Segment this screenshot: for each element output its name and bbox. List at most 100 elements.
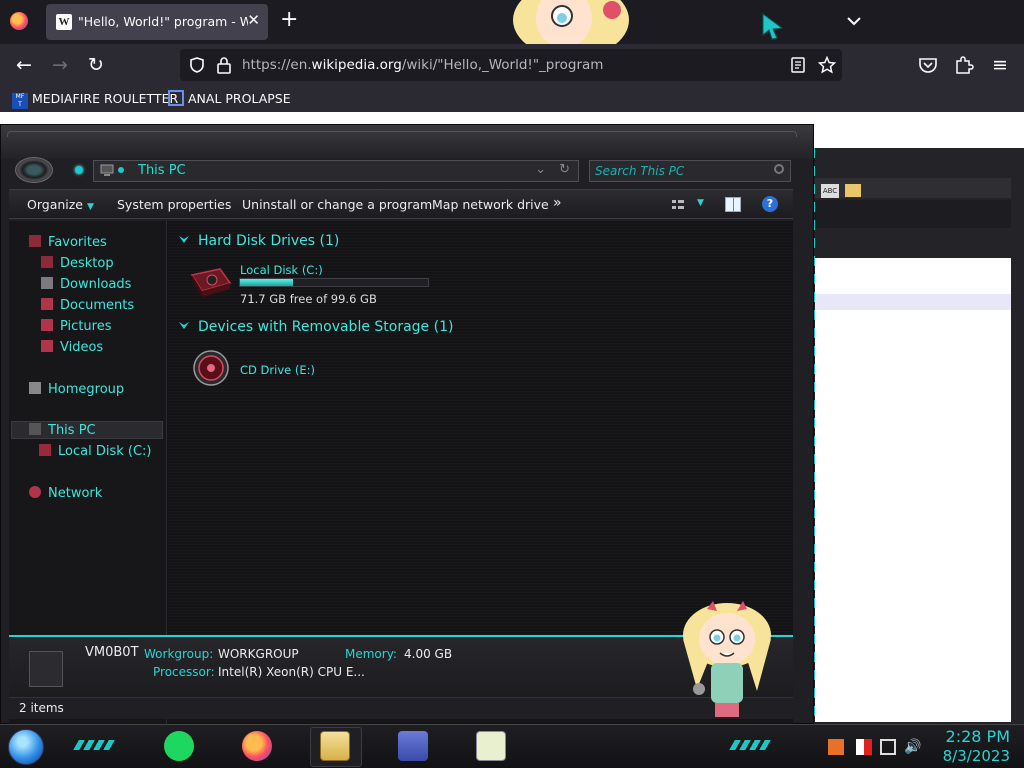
nav-item-local-disk[interactable]: Local Disk (C:) bbox=[39, 444, 151, 460]
address-bar[interactable]: This PC ⌄ ↻ bbox=[93, 160, 579, 182]
list-all-tabs-icon[interactable] bbox=[845, 12, 863, 30]
browser-tab[interactable]: W "Hello, World!" program - Wiki ✕ bbox=[46, 4, 268, 40]
nav-item-homegroup[interactable]: Homegroup bbox=[29, 382, 124, 398]
mediafire-icon: MF T bbox=[12, 93, 28, 109]
status-bar: 2 items bbox=[9, 697, 793, 719]
refresh-icon[interactable]: ↻ bbox=[559, 162, 570, 177]
bg-window-document[interactable] bbox=[815, 258, 1011, 722]
preview-pane-icon[interactable] bbox=[725, 197, 741, 212]
search-placeholder: Search This PC bbox=[595, 164, 685, 178]
group-header-hard-disk[interactable]: Hard Disk Drives (1) bbox=[178, 233, 339, 249]
address-text: This PC bbox=[138, 163, 186, 178]
action-center-flag-icon[interactable] bbox=[856, 739, 872, 755]
new-tab-icon[interactable]: + bbox=[280, 9, 298, 31]
nav-item-desktop[interactable]: Desktop bbox=[41, 256, 114, 272]
local-disk-c-free-space: 71.7 GB free of 99.6 GB bbox=[240, 292, 377, 306]
search-icon bbox=[774, 164, 784, 174]
folder-icon[interactable] bbox=[845, 184, 861, 197]
nav-item-documents[interactable]: Documents bbox=[41, 298, 134, 314]
menu-hamburger-icon[interactable]: ≡ bbox=[988, 53, 1012, 77]
pocket-icon[interactable] bbox=[918, 56, 938, 74]
title-bar-rim bbox=[7, 131, 797, 137]
downloads-icon bbox=[41, 277, 53, 289]
tracking-protection-shield-icon[interactable] bbox=[188, 56, 206, 74]
chevron-down-icon bbox=[179, 322, 189, 329]
firefox-logo-icon[interactable] bbox=[10, 12, 28, 30]
extensions-puzzle-icon[interactable] bbox=[954, 55, 974, 75]
nav-item-videos[interactable]: Videos bbox=[41, 340, 103, 356]
reload-icon[interactable]: ↻ bbox=[84, 53, 108, 77]
uninstall-program-button[interactable]: Uninstall or change a program bbox=[242, 197, 432, 212]
explorer-title-bar[interactable] bbox=[1, 125, 813, 159]
cd-drive-icon[interactable] bbox=[192, 349, 230, 387]
bookmark-star-icon[interactable] bbox=[818, 56, 836, 74]
map-network-drive-button[interactable]: Map network drive bbox=[432, 197, 549, 212]
bookmark-icon bbox=[168, 90, 184, 106]
item-count: 2 items bbox=[19, 701, 64, 715]
breadcrumb-arrow-icon[interactable] bbox=[118, 167, 124, 173]
nav-item-pictures[interactable]: Pictures bbox=[41, 319, 111, 335]
bg-window-toolbar: ABC bbox=[815, 178, 1011, 198]
taskbar-decoration bbox=[73, 740, 115, 750]
this-pc-icon bbox=[29, 423, 41, 435]
reader-view-icon[interactable] bbox=[790, 57, 806, 73]
system-properties-button[interactable]: System properties bbox=[117, 197, 231, 212]
change-view-icon[interactable] bbox=[671, 198, 685, 212]
bg-window-selection bbox=[815, 294, 1011, 310]
taskbar: 🔊 2:28 PM 8/3/2023 bbox=[0, 724, 1024, 768]
local-disk-c-label[interactable]: Local Disk (C:) bbox=[240, 263, 323, 277]
nav-item-downloads[interactable]: Downloads bbox=[41, 277, 131, 293]
back-orb-icon[interactable] bbox=[15, 157, 53, 183]
network-icon bbox=[29, 486, 41, 498]
desktop-icon bbox=[41, 256, 53, 268]
videos-icon bbox=[41, 340, 53, 352]
control-panel-app-icon[interactable] bbox=[398, 731, 428, 761]
file-explorer-app-icon[interactable] bbox=[320, 731, 350, 761]
background-window[interactable]: × ABC bbox=[808, 148, 1024, 724]
firefox-app-icon[interactable] bbox=[242, 731, 272, 761]
hard-drive-icon bbox=[39, 444, 51, 456]
computer-icon bbox=[100, 164, 114, 176]
workgroup-value: WORKGROUP bbox=[218, 647, 299, 661]
network-tray-icon[interactable] bbox=[880, 739, 896, 755]
favorites-star-icon bbox=[29, 235, 41, 247]
spotify-app-icon[interactable] bbox=[164, 731, 194, 761]
hard-disk-icon[interactable] bbox=[190, 265, 232, 301]
group-header-removable[interactable]: Devices with Removable Storage (1) bbox=[178, 319, 453, 335]
more-commands-button[interactable]: » bbox=[553, 195, 562, 211]
spelling-icon[interactable]: ABC bbox=[821, 184, 839, 198]
details-pane: VM0B0T Workgroup: WORKGROUP Memory: 4.00… bbox=[9, 635, 793, 705]
url-text[interactable]: https://en.wikipedia.org/wiki/"Hello,_Wo… bbox=[242, 57, 603, 73]
tray-app-icon[interactable] bbox=[828, 739, 844, 755]
forward-dot-icon[interactable] bbox=[75, 166, 83, 174]
disk-usage-fill bbox=[240, 279, 293, 286]
taskbar-decoration-right bbox=[729, 740, 771, 750]
volume-icon[interactable]: 🔊 bbox=[904, 739, 921, 755]
address-history-chevron-icon[interactable]: ⌄ bbox=[535, 162, 546, 177]
clock-time[interactable]: 2:28 PM bbox=[936, 727, 1010, 746]
help-icon[interactable]: ? bbox=[762, 196, 778, 212]
back-arrow-icon[interactable]: ← bbox=[12, 53, 36, 77]
documents-icon bbox=[41, 298, 53, 310]
dropdown-arrow-icon: ▼ bbox=[87, 202, 94, 212]
bookmark-second[interactable]: ANAL PROLAPSE bbox=[168, 90, 291, 108]
disk-usage-bar bbox=[239, 278, 429, 287]
nav-item-favorites[interactable]: Favorites bbox=[29, 235, 107, 251]
organize-button[interactable]: Organize ▼ bbox=[27, 197, 94, 212]
nav-item-this-pc[interactable]: This PC bbox=[29, 423, 96, 439]
forward-arrow-icon[interactable]: → bbox=[48, 53, 72, 77]
cd-drive-e-label[interactable]: CD Drive (E:) bbox=[240, 363, 315, 377]
bookmark-mediafire[interactable]: MF T MEDIAFIRE ROULETTER bbox=[12, 90, 178, 109]
pictures-icon bbox=[41, 319, 53, 331]
lock-icon[interactable] bbox=[216, 56, 232, 74]
star-butterfly-mascot-icon bbox=[683, 601, 771, 717]
notepad-plus-plus-app-icon[interactable] bbox=[476, 731, 506, 761]
memory-label: Memory: bbox=[345, 647, 397, 661]
nav-item-network[interactable]: Network bbox=[29, 486, 102, 502]
start-button-icon[interactable] bbox=[8, 729, 44, 765]
search-input[interactable]: Search This PC bbox=[589, 160, 791, 182]
clock-date[interactable]: 8/3/2023 bbox=[936, 747, 1010, 765]
tab-close-icon[interactable]: ✕ bbox=[247, 11, 260, 29]
view-dropdown-icon[interactable]: ▼ bbox=[697, 198, 704, 208]
url-bar[interactable]: https://en.wikipedia.org/wiki/"Hello,_Wo… bbox=[180, 49, 842, 81]
